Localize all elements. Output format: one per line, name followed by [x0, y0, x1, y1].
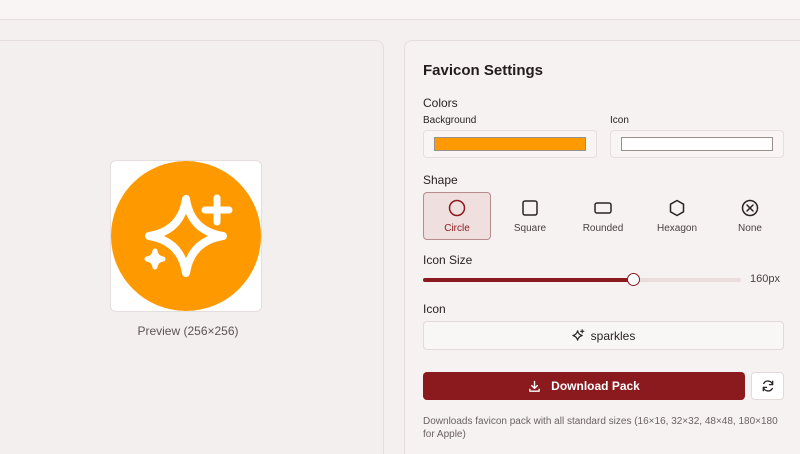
- shape-option-hexagon[interactable]: Hexagon: [643, 192, 711, 240]
- icon-color-label: Icon: [610, 115, 629, 126]
- icon-size-slider[interactable]: [423, 273, 741, 286]
- top-bar: [0, 0, 800, 20]
- none-icon: [741, 199, 759, 216]
- icon-size-label: Icon Size: [423, 253, 473, 267]
- shape-option-label: Hexagon: [656, 222, 698, 234]
- download-help-text: Downloads favicon pack with all standard…: [423, 416, 778, 440]
- download-icon: [529, 380, 540, 392]
- square-icon: [522, 199, 538, 216]
- icon-size-slider-thumb[interactable]: [626, 273, 640, 286]
- shape-option-label: None: [738, 222, 762, 234]
- background-color-swatch[interactable]: [434, 137, 586, 151]
- colors-label: Colors: [423, 96, 458, 110]
- download-pack-label: Download Pack: [551, 379, 640, 393]
- icon-size-slider-fill: [423, 278, 633, 282]
- icon-size-value: 160px: [750, 273, 780, 285]
- icon-picker-label: Icon: [423, 302, 446, 316]
- favicon-preview: [110, 160, 262, 312]
- icon-picker-value: sparkles: [590, 328, 636, 343]
- shape-option-label: Square: [513, 222, 547, 234]
- preview-caption: Preview (256×256): [137, 324, 239, 338]
- icon-color-swatch[interactable]: [621, 137, 773, 151]
- sparkles-icon: [111, 161, 261, 311]
- refresh-icon: [762, 380, 773, 392]
- circle-icon: [448, 199, 466, 216]
- shape-option-circle[interactable]: Circle: [423, 192, 491, 240]
- rounded-rect-icon: [594, 201, 612, 214]
- shape-option-label: Rounded: [582, 222, 624, 234]
- settings-title: Favicon Settings: [423, 62, 544, 79]
- download-pack-button[interactable]: Download Pack: [423, 372, 745, 400]
- background-color-picker[interactable]: [423, 130, 597, 158]
- background-color-label: Background: [423, 115, 477, 126]
- preview-panel: Preview (256×256): [0, 40, 384, 454]
- refresh-button[interactable]: [751, 372, 784, 400]
- shape-option-none[interactable]: None: [716, 192, 784, 240]
- shape-option-label: Circle: [444, 222, 470, 234]
- favicon-settings-panel: Favicon Settings Colors Background Icon …: [404, 40, 800, 454]
- shape-option-rounded[interactable]: Rounded: [569, 192, 637, 240]
- sparkles-icon: [571, 329, 585, 341]
- shape-option-square[interactable]: Square: [496, 192, 564, 240]
- icon-picker-select[interactable]: sparkles: [423, 321, 784, 350]
- hexagon-icon: [669, 199, 685, 216]
- shape-label: Shape: [423, 173, 458, 187]
- icon-color-picker[interactable]: [610, 130, 784, 158]
